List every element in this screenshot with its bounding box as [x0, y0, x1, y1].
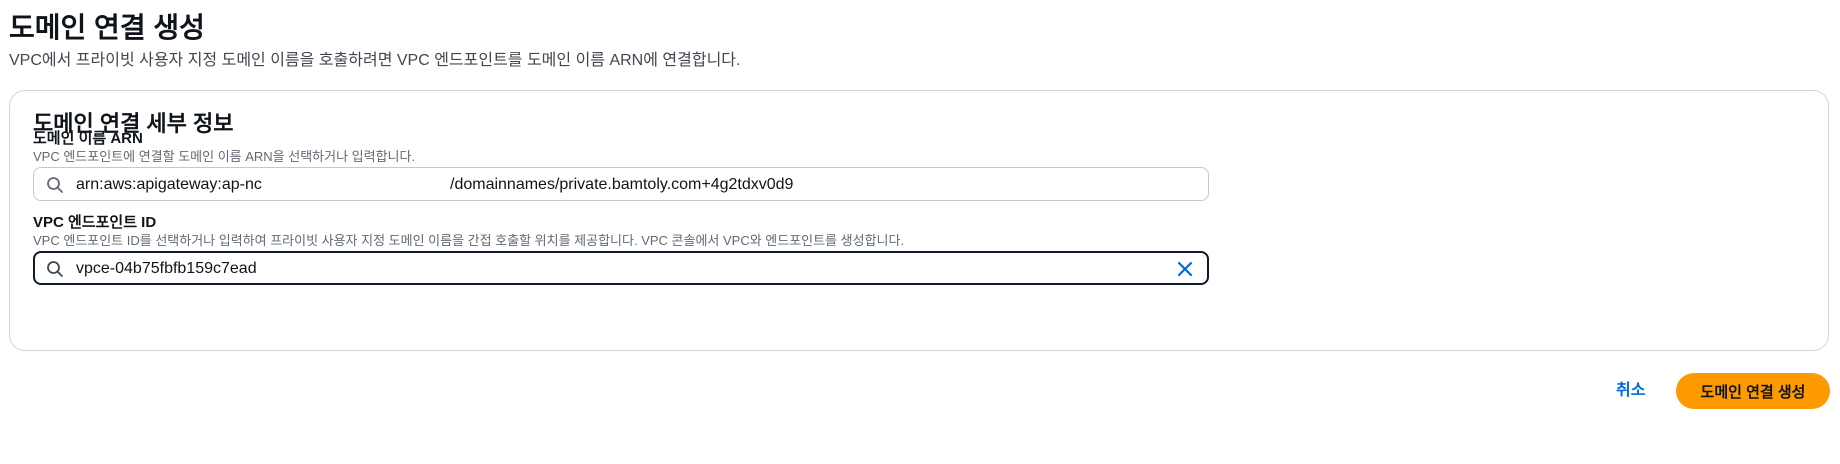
domain-arn-label: 도메인 이름 ARN: [33, 130, 143, 147]
vpc-endpoint-input[interactable]: vpce-04b75fbfb159c7ead: [33, 251, 1209, 285]
search-icon: [47, 177, 63, 193]
domain-arn-value-prefix: arn:aws:apigateway:ap-nc: [76, 176, 262, 193]
vpc-endpoint-value: vpce-04b75fbfb159c7ead: [76, 260, 257, 277]
vpc-endpoint-description: VPC 엔드포인트 ID를 선택하거나 입력하여 프라이빗 사용자 지정 도메인…: [33, 233, 905, 248]
create-domain-association-button[interactable]: 도메인 연결 생성: [1676, 373, 1830, 409]
page-title: 도메인 연결 생성: [9, 12, 205, 43]
page-description: VPC에서 프라이빗 사용자 지정 도메인 이름을 호출하려면 VPC 엔드포인…: [9, 52, 741, 69]
details-container: 도메인 연결 세부 정보 도메인 이름 ARN VPC 엔드포인트에 연결할 도…: [9, 90, 1829, 351]
page: 도메인 연결 생성 VPC에서 프라이빗 사용자 지정 도메인 이름을 호출하려…: [0, 0, 1840, 464]
domain-arn-value-suffix: /domainnames/private.bamtoly.com+4g2tdxv…: [450, 176, 794, 193]
close-icon[interactable]: [1175, 259, 1195, 279]
cancel-button[interactable]: 취소: [1616, 380, 1645, 402]
domain-arn-description: VPC 엔드포인트에 연결할 도메인 이름 ARN을 선택하거나 입력합니다.: [33, 149, 416, 164]
vpc-endpoint-label: VPC 엔드포인트 ID: [33, 214, 157, 231]
search-icon: [47, 261, 63, 277]
domain-arn-input[interactable]: arn:aws:apigateway:ap-nc /domainnames/pr…: [33, 167, 1209, 201]
